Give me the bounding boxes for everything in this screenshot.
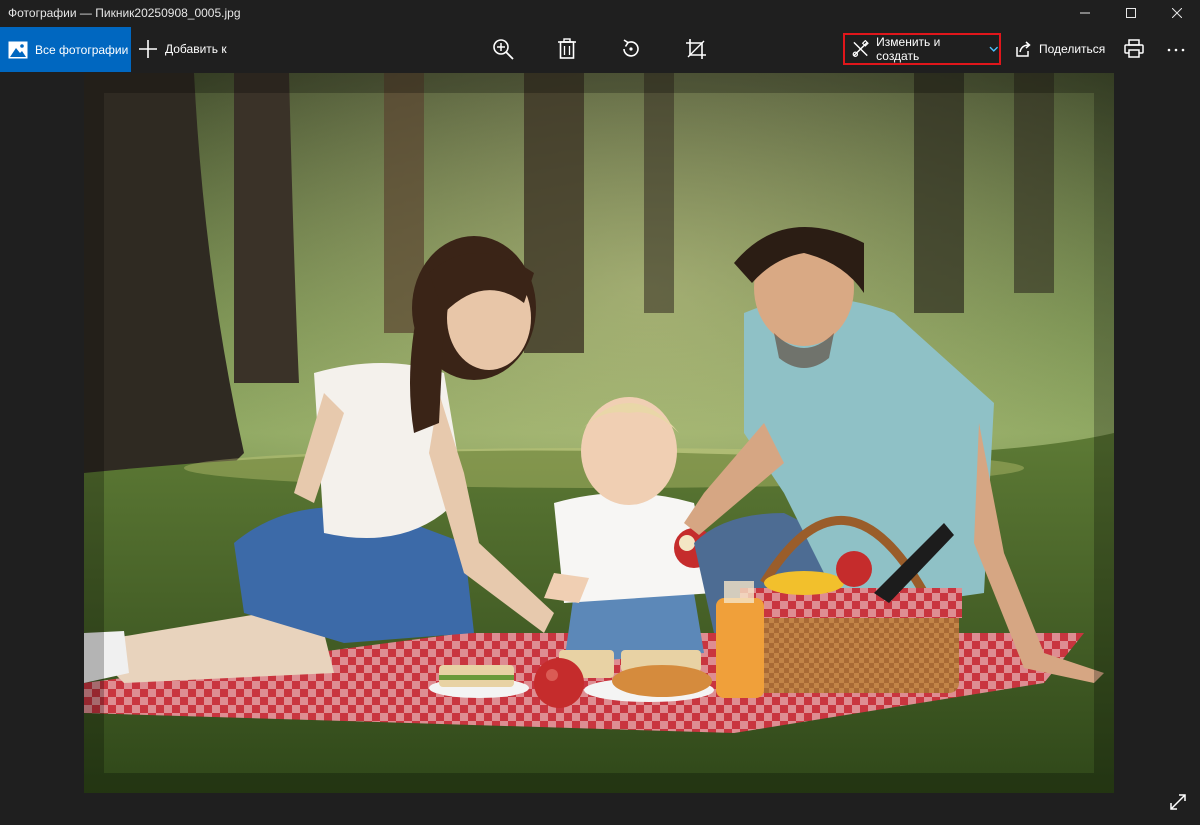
- crop-button[interactable]: [685, 38, 707, 60]
- rotate-button[interactable]: [620, 38, 642, 60]
- add-to-button[interactable]: Добавить к: [138, 26, 227, 72]
- edit-and-create-button[interactable]: Изменить и создать: [843, 33, 1001, 65]
- all-photos-button[interactable]: Все фотографии: [0, 27, 131, 72]
- zoom-in-icon: [493, 39, 514, 60]
- photo-viewer[interactable]: [84, 73, 1114, 793]
- zoom-in-button[interactable]: [492, 38, 514, 60]
- edit-and-create-label: Изменить и создать: [876, 35, 941, 63]
- close-button[interactable]: [1154, 0, 1200, 26]
- minimize-icon: [1080, 12, 1090, 14]
- crop-icon: [686, 39, 706, 59]
- window-controls: [1062, 0, 1200, 26]
- delete-button[interactable]: [556, 38, 578, 60]
- close-icon: [1172, 8, 1182, 18]
- maximize-icon: [1126, 8, 1136, 18]
- share-button[interactable]: Поделиться: [1014, 26, 1105, 72]
- more-options-button[interactable]: [1166, 40, 1186, 60]
- plus-icon: [139, 40, 157, 58]
- fullscreen-icon[interactable]: [1168, 792, 1188, 812]
- maximize-button[interactable]: [1108, 0, 1154, 26]
- toolbar: Все фотографии Добавить к Изменить и соз…: [0, 26, 1200, 72]
- family-picnic-photo: [84, 73, 1114, 793]
- photos-app-icon: [8, 41, 28, 58]
- share-icon: [1016, 41, 1031, 57]
- window-title: Фотографии — Пикник20250908_0005.jpg: [8, 6, 241, 20]
- all-photos-label: Все фотографии: [35, 42, 129, 57]
- title-bar: Фотографии — Пикник20250908_0005.jpg: [0, 0, 1200, 26]
- edit-tools-icon: [852, 40, 869, 57]
- print-icon[interactable]: [1124, 39, 1144, 59]
- add-to-label: Добавить к: [165, 42, 227, 56]
- more-icon: [1167, 48, 1185, 52]
- share-label: Поделиться: [1039, 42, 1106, 56]
- rotate-icon: [623, 39, 639, 57]
- chevron-down-icon: [989, 46, 999, 52]
- delete-icon: [558, 38, 576, 59]
- minimize-button[interactable]: [1062, 0, 1108, 26]
